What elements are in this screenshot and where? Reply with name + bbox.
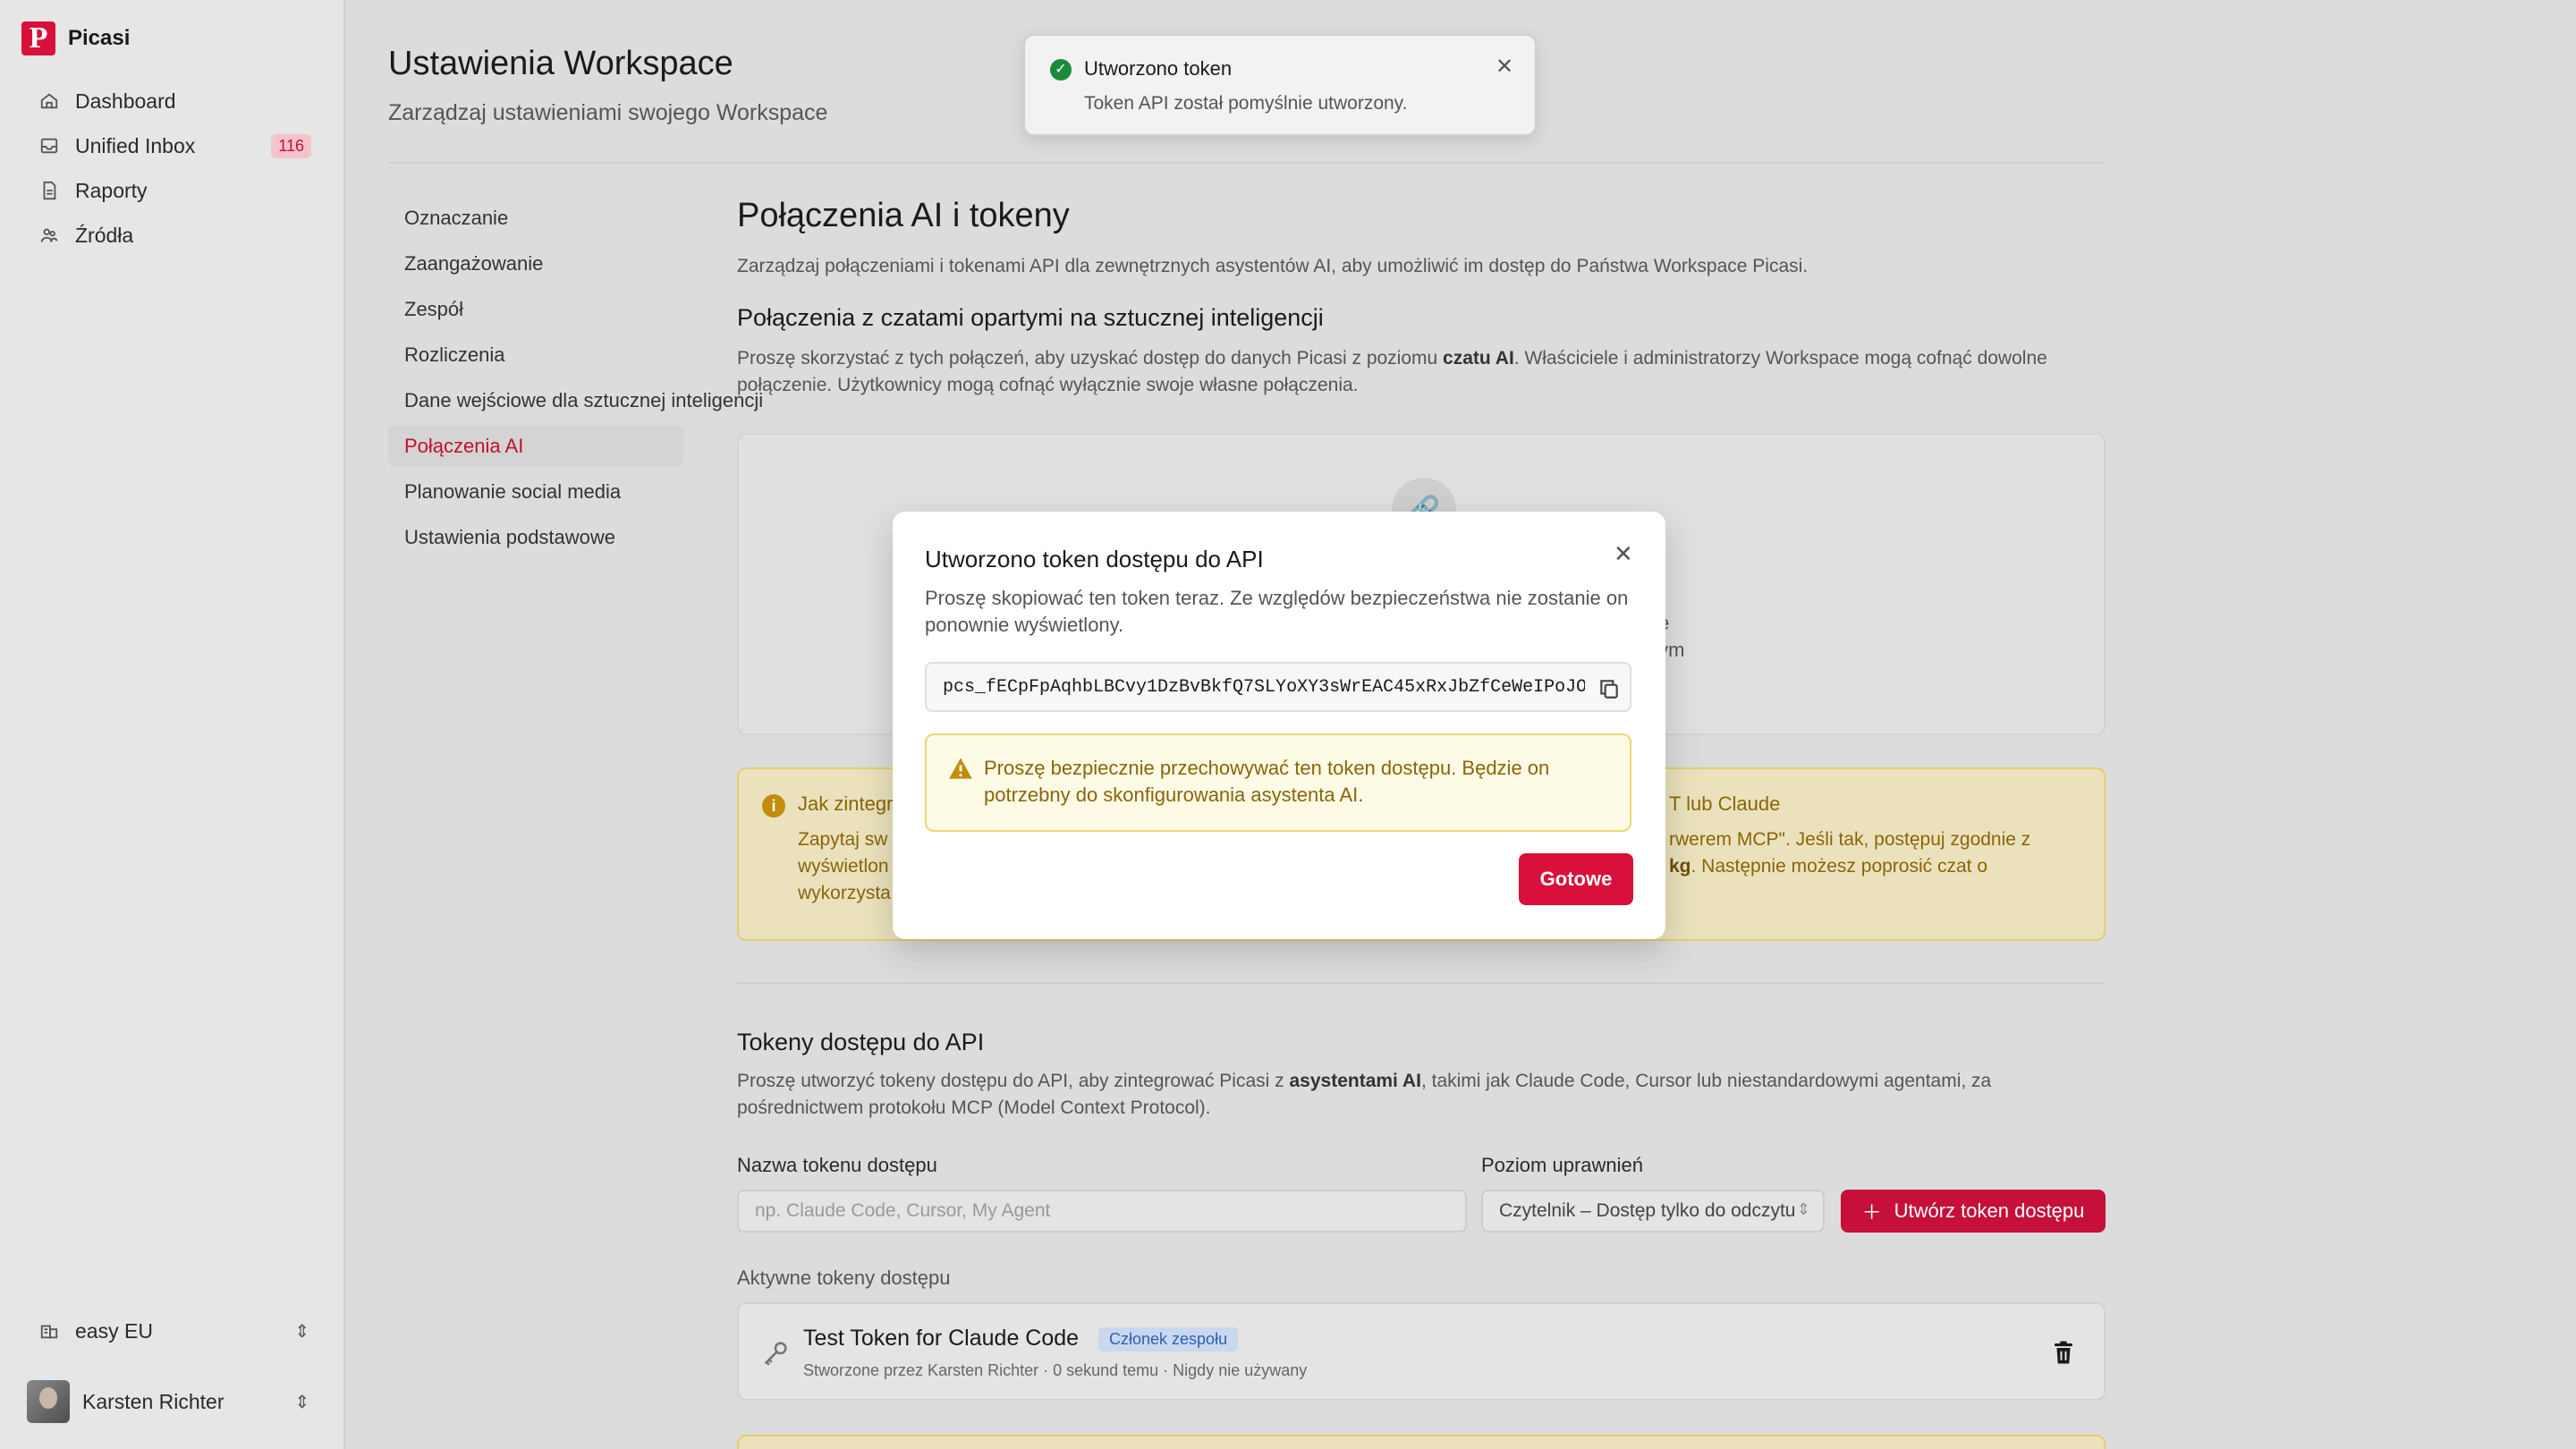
token-created-dialog: Utworzono token dostępu do API ✕ Proszę … — [893, 512, 1665, 939]
brand-name: Picasi — [68, 26, 131, 50]
tab-zespol[interactable]: Zespół — [388, 288, 683, 330]
tokens-title: Tokeny dostępu do API — [737, 1029, 985, 1055]
info-body-tail: rwerem MCP". Jeśli tak, postępuj zgodnie… — [1669, 829, 2031, 877]
tab-dane-wejsciowe-ai[interactable]: Dane wejściowe dla sztucznej inteligencj… — [388, 379, 763, 421]
sidebar-item-label: Raporty — [75, 178, 148, 202]
dialog-title: Utworzono token dostępu do API — [925, 546, 1264, 572]
tokens-description: Proszę utworzyć tokeny dostępu do API, a… — [737, 1071, 1992, 1118]
user-name: Karsten Richter — [82, 1389, 225, 1413]
tab-planowanie-social-media[interactable]: Planowanie social media — [388, 470, 683, 513]
create-token-button[interactable]: ＋ Utwórz token dostępu — [1841, 1190, 2106, 1233]
sidebar-item-dashboard[interactable]: Dashboard — [23, 79, 324, 123]
token-value-field[interactable]: pcs_fECpFpAqhbLBCvy1DzBvBkfQ7SLYoXY3sWrE… — [925, 662, 1631, 712]
avatar — [27, 1380, 70, 1423]
info-icon: i — [762, 794, 785, 818]
dialog-description: Proszę skopiować ten token teraz. Ze wzg… — [925, 587, 1629, 636]
bottom-notice — [737, 1435, 2106, 1449]
info-body: Zapytaj sw wyświetlon wykorzysta — [798, 829, 891, 903]
tab-oznaczanie[interactable]: Oznaczanie — [388, 197, 683, 239]
list-item: Test Token for Claude Code Członek zespo… — [737, 1302, 2106, 1401]
user-menu[interactable]: Karsten Richter ⇕ — [23, 1377, 309, 1426]
trash-icon[interactable] — [2050, 1338, 2077, 1367]
connections-description: Proszę skorzystać z tych połączeń, aby u… — [737, 348, 2047, 395]
copy-icon[interactable] — [1597, 676, 1621, 701]
page-subtitle: Zarządzaj ustawieniami swojego Workspace — [388, 100, 828, 125]
close-icon[interactable]: ✕ — [1614, 540, 1633, 568]
plus-icon: ＋ — [1861, 1201, 1882, 1224]
done-button[interactable]: Gotowe — [1519, 853, 1633, 905]
sidebar-item-unified-inbox[interactable]: Unified Inbox 116 — [23, 123, 324, 168]
warning-icon — [949, 758, 972, 779]
sidebar-item-label: Unified Inbox — [75, 133, 196, 157]
divider — [388, 162, 2106, 164]
toast-title: Utworzono token — [1084, 57, 1233, 80]
workspace-name: easy EU — [75, 1318, 153, 1343]
report-icon — [43, 181, 56, 200]
divider — [737, 982, 2106, 984]
token-name-input[interactable] — [737, 1190, 1467, 1233]
active-tokens-label: Aktywne tokeny dostępu — [737, 1267, 951, 1289]
main-content: Połączenia AI i tokeny Zarządzaj połącze… — [737, 197, 2106, 395]
warning-text: Proszę bezpiecznie przechowywać ten toke… — [984, 757, 1550, 806]
workspace-switcher[interactable]: easy EU ⇕ — [23, 1311, 309, 1351]
token-name-label: Nazwa tokenu dostępu — [737, 1154, 937, 1176]
token-meta: Stworzone przez Karsten Richter · 0 seku… — [803, 1361, 1308, 1379]
inbox-icon — [40, 138, 58, 154]
sources-icon — [40, 228, 58, 242]
info-title-tail: T lub Claude — [1669, 792, 1781, 815]
inbox-count-badge: 116 — [271, 133, 311, 158]
tab-ustawienia-podstawowe[interactable]: Ustawienia podstawowe — [388, 516, 683, 558]
permission-level-value: Czytelnik – Dostęp tylko do odczytu — [1499, 1200, 1796, 1221]
connections-title: Połączenia z czatami opartymi na sztuczn… — [737, 304, 1324, 331]
section-description: Zarządzaj połączeniami i tokenami API dl… — [737, 256, 1809, 276]
token-value[interactable]: pcs_fECpFpAqhbLBCvy1DzBvBkfQ7SLYoXY3sWrE… — [943, 677, 1585, 698]
building-icon — [40, 1325, 58, 1339]
permission-level-select[interactable]: Czytelnik – Dostęp tylko do odczytu ⇕ — [1481, 1190, 1825, 1233]
warning-box: Proszę bezpiecznie przechowywać ten toke… — [925, 733, 1631, 832]
chevron-updown-icon: ⇕ — [294, 1321, 309, 1342]
home-icon — [40, 93, 58, 109]
sidebar-item-label: Dashboard — [75, 89, 176, 113]
key-icon — [764, 1342, 787, 1366]
token-name: Test Token for Claude Code — [803, 1326, 1080, 1351]
sidebar-item-zrodla[interactable]: Źródła — [23, 213, 324, 258]
sidebar: P Picasi Dashboard Unified Inbox 116 Rap… — [0, 0, 345, 1449]
sidebar-item-raporty[interactable]: Raporty — [23, 168, 324, 213]
tab-polaczenia-ai[interactable]: Połączenia AI — [388, 425, 683, 467]
page-title: Ustawienia Workspace — [388, 45, 733, 82]
role-badge: Członek zespołu — [1098, 1327, 1239, 1352]
check-circle-icon: ✓ — [1050, 59, 1072, 80]
toast-description: Token API został pomyślnie utworzony. — [1084, 93, 1408, 114]
sidebar-item-label: Źródła — [75, 223, 134, 247]
chevron-updown-icon: ⇕ — [294, 1392, 309, 1412]
brand[interactable]: P Picasi — [21, 21, 130, 55]
permission-level-label: Poziom uprawnień — [1481, 1154, 1643, 1176]
chevron-updown-icon: ⇕ — [1796, 1200, 1810, 1218]
tab-zaangazowanie[interactable]: Zaangażowanie — [388, 242, 683, 284]
create-token-label: Utwórz token dostępu — [1894, 1199, 2085, 1222]
sidebar-nav: Dashboard Unified Inbox 116 Raporty Źród… — [23, 79, 324, 258]
success-toast: ✓ Utworzono token Token API został pomyś… — [1023, 34, 1537, 136]
section-title: Połączenia AI i tokeny — [737, 197, 1070, 234]
settings-nav: Oznaczanie Zaangażowanie Zespół Rozlicze… — [388, 197, 763, 562]
tab-rozliczenia[interactable]: Rozliczenia — [388, 334, 683, 376]
close-icon[interactable]: ✕ — [1496, 54, 1513, 80]
info-title: Jak zintegr — [798, 792, 894, 815]
brand-logo: P — [21, 21, 55, 55]
